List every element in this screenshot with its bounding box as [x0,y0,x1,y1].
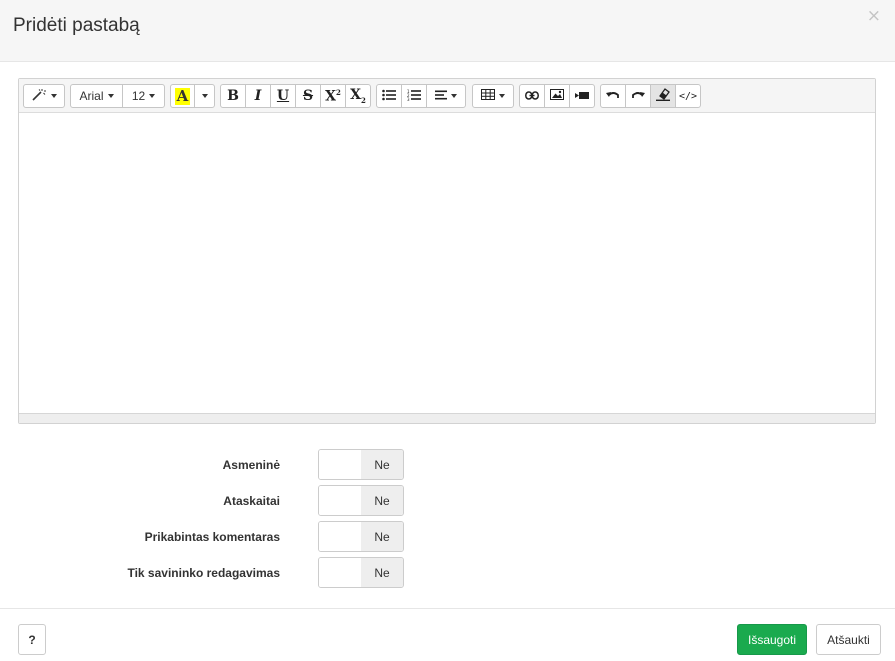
toggle-state-label: Ne [361,522,403,551]
style-dropdown-button[interactable] [23,84,65,108]
personal-label: Asmeninė [222,458,280,472]
color-dropdown-button[interactable] [194,84,215,108]
italic-button[interactable]: I [245,84,271,108]
editor-resize-bar[interactable] [19,413,875,423]
picture-icon [550,89,564,103]
link-icon [525,89,539,103]
underline-icon: U [276,88,290,104]
font-size-dropdown[interactable]: 12 [122,84,165,108]
personal-toggle[interactable]: Ne [318,449,404,480]
form-row-personal: Asmeninė Ne [0,448,895,484]
toggle-state-label: Ne [361,486,403,515]
numbered-list-icon: 123 [407,89,421,104]
cancel-button[interactable]: Atšaukti [816,624,881,655]
color-group: A [170,84,215,108]
font-color-icon: A [174,86,191,105]
subscript-label: X [350,87,361,104]
chevron-down-icon [107,94,114,98]
undo-icon [606,89,620,103]
chevron-down-icon [451,94,457,98]
reports-toggle[interactable]: Ne [318,485,404,516]
bold-button[interactable]: B [220,84,246,108]
insert-group [519,84,595,108]
bold-icon: B [227,88,239,104]
font-size-value: 12 [131,89,146,103]
ordered-list-button[interactable]: 123 [401,84,427,108]
strikethrough-icon: S [302,88,314,104]
modal-title: Pridėti pastabą [13,15,140,36]
toggle-state-label: Ne [361,450,403,479]
table-group [472,84,514,108]
rich-text-editor: Arial 12 A B I U S X2 X2 1 2 3 </> [18,78,876,424]
superscript-icon: X2 [325,87,341,105]
eraser-icon [656,88,670,104]
magic-wand-icon [31,88,47,105]
help-button[interactable]: ? [18,624,46,655]
superscript-label: X [325,88,336,105]
chevron-down-icon [499,94,505,98]
font-family-dropdown[interactable]: Arial [70,84,123,108]
pinned-comment-toggle[interactable]: Ne [318,521,404,552]
bullet-list-icon [382,89,396,104]
owner-only-edit-label: Tik savininko redagavimas [127,566,280,580]
table-dropdown-button[interactable] [472,84,514,108]
paragraph-align-dropdown[interactable] [426,84,466,108]
superscript-button[interactable]: X2 [320,84,346,108]
text-color-button[interactable]: A [170,84,195,108]
modal-footer: ? Išsaugoti Atšaukti [0,608,895,661]
remove-format-button[interactable] [650,84,676,108]
unordered-list-button[interactable] [376,84,402,108]
toggle-knob [319,558,361,587]
form-row-reports: Ataskaitai Ne [0,484,895,520]
code-icon: </> [678,90,698,102]
font-family-value: Arial [79,89,104,103]
paragraph-group: 123 [376,84,466,108]
note-options-form: Asmeninė Ne Ataskaitai Ne Prikabintas ko… [0,448,895,592]
subscript-icon: X2 [350,87,366,105]
insert-video-button[interactable] [569,84,595,108]
toggle-knob [319,450,361,479]
style-group [23,84,65,108]
subscript-button[interactable]: X2 [345,84,371,108]
video-icon [575,89,589,103]
font-style-group: B I U S X2 X2 [220,84,371,108]
misc-group: </> [600,84,701,108]
font-group: Arial 12 [70,84,165,108]
add-note-modal: Pridėti pastabą × Arial 12 A B I U S X2 … [0,0,895,661]
align-left-icon [435,89,447,103]
redo-icon [631,89,645,103]
reports-label: Ataskaitai [223,494,280,508]
toggle-knob [319,522,361,551]
pinned-comment-label: Prikabintas komentaras [144,530,280,544]
editor-toolbar: Arial 12 A B I U S X2 X2 1 2 3 </> [19,79,875,113]
save-button[interactable]: Išsaugoti [737,624,807,655]
owner-only-edit-toggle[interactable]: Ne [318,557,404,588]
insert-picture-button[interactable] [544,84,570,108]
chevron-down-icon [201,94,208,98]
form-row-pinned-comment: Prikabintas komentaras Ne [0,520,895,556]
toggle-knob [319,486,361,515]
toggle-state-label: Ne [361,558,403,587]
modal-header: Pridėti pastabą × [0,0,895,62]
undo-button[interactable] [600,84,626,108]
chevron-down-icon [149,94,156,98]
chevron-down-icon [51,94,57,98]
svg-text:3: 3 [407,97,410,101]
strikethrough-button[interactable]: S [295,84,321,108]
redo-button[interactable] [625,84,651,108]
italic-icon: I [254,88,262,104]
table-icon [481,89,495,103]
underline-button[interactable]: U [270,84,296,108]
insert-link-button[interactable] [519,84,545,108]
form-row-owner-only-edit: Tik savininko redagavimas Ne [0,556,895,592]
close-button[interactable]: × [867,6,881,26]
editor-content-area[interactable] [19,113,875,413]
code-view-button[interactable]: </> [675,84,701,108]
